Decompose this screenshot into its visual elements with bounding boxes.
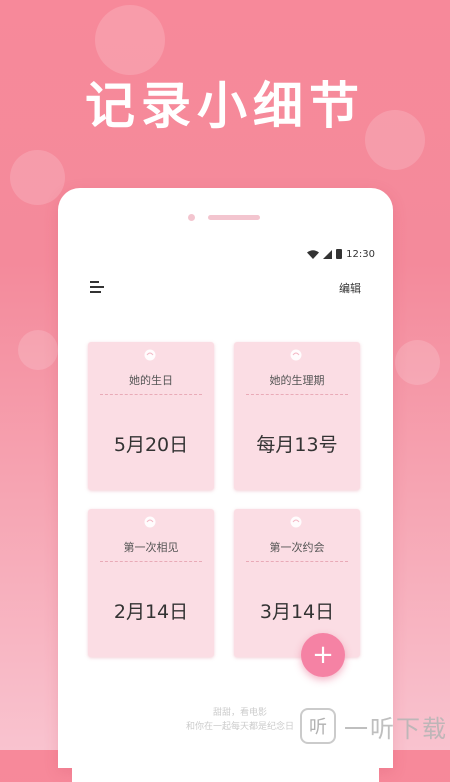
card-value: 每月13号 bbox=[256, 434, 338, 456]
promo-headline: 记录小细节 bbox=[85, 77, 365, 135]
memo-card[interactable]: 第一次约会 3月14日 bbox=[234, 509, 360, 657]
pin-icon bbox=[144, 349, 156, 361]
card-value: 3月14日 bbox=[259, 601, 335, 623]
signal-icon bbox=[323, 249, 333, 259]
status-bar: 12:30 bbox=[307, 246, 375, 262]
pin-icon bbox=[290, 349, 302, 361]
pin-icon bbox=[144, 516, 156, 528]
card-label: 第一次相见 bbox=[123, 541, 179, 554]
watermark-logo-icon: 听 bbox=[300, 708, 336, 744]
app-screen: 12:30 编辑 她的生日 5月20日 她的生理期 每月13号 第一次相见 2月… bbox=[72, 242, 379, 782]
memo-card[interactable]: 她的生日 5月20日 bbox=[88, 342, 214, 490]
card-divider bbox=[100, 394, 202, 395]
card-label: 她的生理期 bbox=[269, 374, 325, 387]
pin-icon bbox=[290, 516, 302, 528]
speaker-grille bbox=[208, 215, 260, 220]
bokeh-circle bbox=[395, 340, 440, 385]
wifi-icon bbox=[307, 249, 320, 259]
status-time: 12:30 bbox=[346, 248, 375, 260]
card-label: 第一次约会 bbox=[269, 541, 325, 554]
memo-card[interactable]: 她的生理期 每月13号 bbox=[234, 342, 360, 490]
memo-card[interactable]: 第一次相见 2月14日 bbox=[88, 509, 214, 657]
card-divider bbox=[100, 561, 202, 562]
camera-dot bbox=[188, 214, 195, 221]
edit-button[interactable]: 编辑 bbox=[339, 280, 361, 296]
card-label: 她的生日 bbox=[129, 374, 173, 387]
watermark: 听 一听下载 bbox=[300, 702, 450, 750]
card-divider bbox=[246, 561, 348, 562]
card-value: 5月20日 bbox=[113, 434, 189, 456]
phone-mockup: 12:30 编辑 她的生日 5月20日 她的生理期 每月13号 第一次相见 2月… bbox=[58, 188, 393, 782]
bokeh-circle bbox=[18, 330, 58, 370]
card-divider bbox=[246, 394, 348, 395]
add-button[interactable]: + bbox=[301, 633, 345, 677]
watermark-text: 一听下载 bbox=[344, 714, 448, 743]
battery-icon bbox=[336, 249, 343, 259]
card-value: 2月14日 bbox=[113, 601, 189, 623]
bokeh-circle bbox=[10, 150, 65, 205]
bokeh-circle bbox=[95, 5, 165, 75]
menu-icon[interactable] bbox=[90, 281, 104, 293]
phone-top-bezel bbox=[58, 212, 393, 224]
